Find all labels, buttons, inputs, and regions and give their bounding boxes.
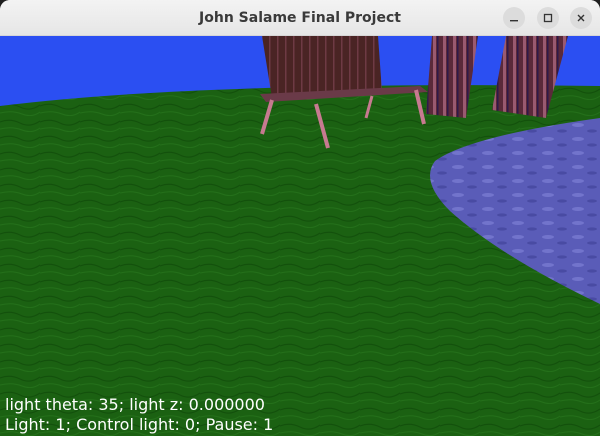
3d-scene bbox=[0, 36, 600, 436]
minimize-button[interactable] bbox=[503, 7, 525, 29]
title-bar[interactable]: John Salame Final Project bbox=[0, 0, 600, 36]
minimize-icon bbox=[509, 13, 519, 23]
hud-status-info: Light: 1; Control light: 0; Pause: 1 bbox=[5, 415, 274, 434]
app-window: John Salame Final Project light theta: 3… bbox=[0, 0, 600, 436]
maximize-button[interactable] bbox=[537, 7, 559, 29]
close-icon bbox=[576, 13, 586, 23]
opengl-viewport[interactable]: light theta: 35; light z: 0.000000 Light… bbox=[0, 36, 600, 436]
close-button[interactable] bbox=[570, 7, 592, 29]
hud-light-info: light theta: 35; light z: 0.000000 bbox=[5, 395, 265, 414]
maximize-icon bbox=[543, 13, 553, 23]
